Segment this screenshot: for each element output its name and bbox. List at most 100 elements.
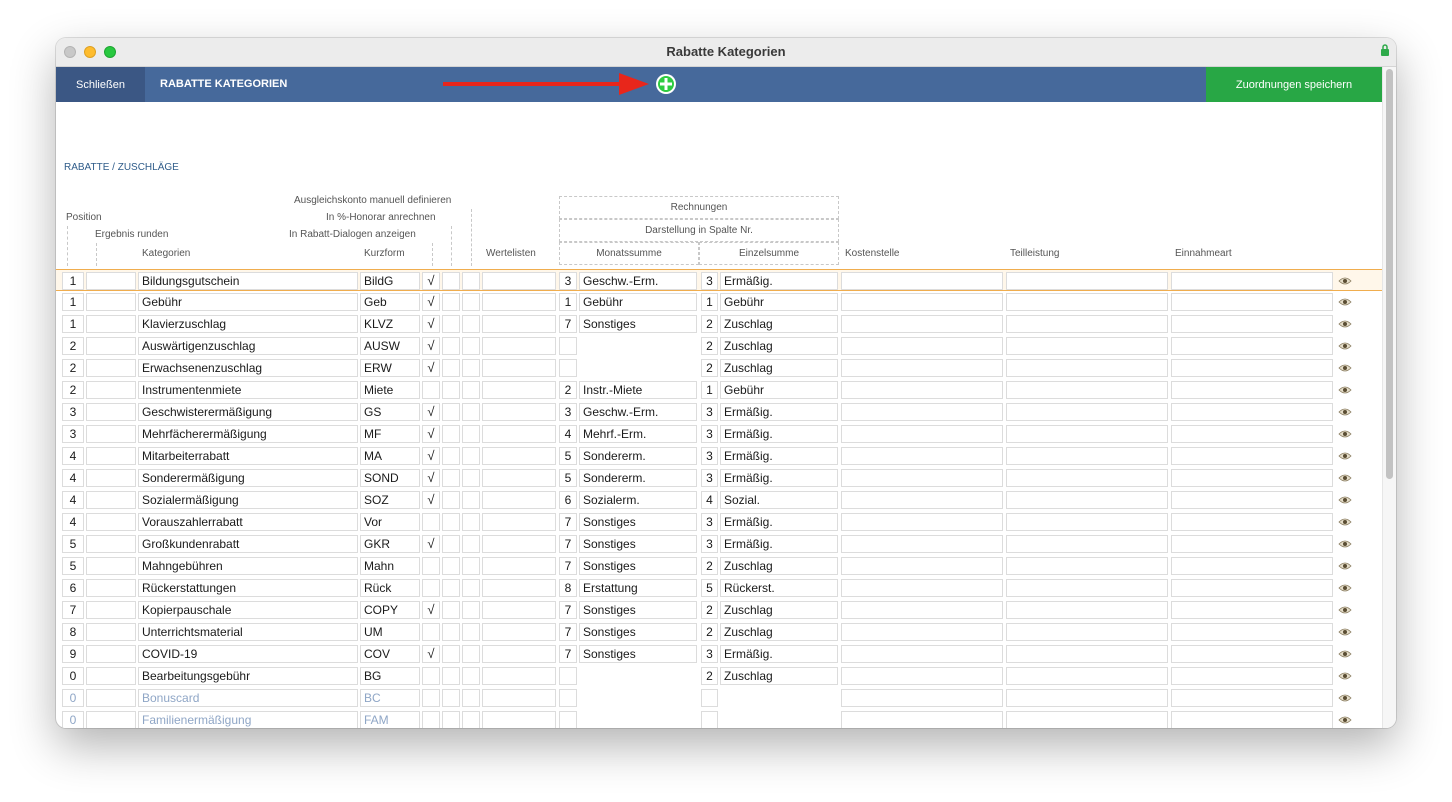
single-col-number[interactable]: 3 — [701, 272, 718, 290]
round-cell[interactable] — [86, 623, 136, 641]
dialog-checkbox[interactable]: √ — [422, 601, 440, 619]
valuelist-cell[interactable] — [482, 557, 556, 575]
valuelist-cell[interactable] — [482, 337, 556, 355]
single-col-number[interactable]: 3 — [701, 469, 718, 487]
category-cell[interactable]: Unterrichtsmaterial — [138, 623, 358, 641]
category-cell[interactable]: Rückerstattungen — [138, 579, 358, 597]
honorar-checkbox[interactable] — [442, 403, 460, 421]
account-checkbox[interactable] — [462, 513, 480, 531]
honorar-checkbox[interactable] — [442, 513, 460, 531]
account-checkbox[interactable] — [462, 425, 480, 443]
revenue-type-field[interactable] — [1171, 667, 1333, 685]
single-col-label[interactable]: Ermäßig. — [720, 513, 838, 531]
round-cell[interactable] — [86, 272, 136, 290]
position-cell[interactable]: 4 — [62, 491, 84, 509]
position-cell[interactable]: 2 — [62, 381, 84, 399]
table-row[interactable]: 6 Rückerstattungen Rück 8 Erstattung 5 Rückers… — [56, 577, 1382, 599]
account-checkbox[interactable] — [462, 359, 480, 377]
eye-icon[interactable] — [1338, 429, 1352, 439]
cost-center-field[interactable] — [841, 293, 1003, 311]
single-col-label[interactable]: Gebühr — [720, 381, 838, 399]
single-col-number[interactable]: 3 — [701, 425, 718, 443]
eye-icon[interactable] — [1338, 495, 1352, 505]
month-col-label[interactable]: Sondererm. — [579, 447, 697, 465]
round-cell[interactable] — [86, 359, 136, 377]
honorar-checkbox[interactable] — [442, 425, 460, 443]
position-cell[interactable]: 8 — [62, 623, 84, 641]
valuelist-cell[interactable] — [482, 601, 556, 619]
table-row[interactable]: 2 Erwachsenenzuschlag ERW √ 2 Zuschlag — [56, 357, 1382, 379]
partial-service-field[interactable] — [1006, 513, 1168, 531]
table-row[interactable]: 4 Sozialermäßigung SOZ √ 6 Sozialerm. 4 Sozial. — [56, 489, 1382, 511]
valuelist-cell[interactable] — [482, 381, 556, 399]
dialog-checkbox[interactable] — [422, 623, 440, 641]
valuelist-cell[interactable] — [482, 315, 556, 333]
single-col-number[interactable]: 2 — [701, 557, 718, 575]
cost-center-field[interactable] — [841, 491, 1003, 509]
category-cell[interactable]: Mahngebühren — [138, 557, 358, 575]
revenue-type-field[interactable] — [1171, 513, 1333, 531]
revenue-type-field[interactable] — [1171, 469, 1333, 487]
round-cell[interactable] — [86, 293, 136, 311]
category-cell[interactable]: Bonuscard — [138, 689, 358, 707]
shortform-cell[interactable]: SOZ — [360, 491, 420, 509]
eye-icon[interactable] — [1338, 473, 1352, 483]
honorar-checkbox[interactable] — [442, 667, 460, 685]
honorar-checkbox[interactable] — [442, 469, 460, 487]
month-col-label[interactable]: Erstattung — [579, 579, 697, 597]
cost-center-field[interactable] — [841, 513, 1003, 531]
partial-service-field[interactable] — [1006, 579, 1168, 597]
eye-icon[interactable] — [1338, 539, 1352, 549]
single-col-label[interactable]: Gebühr — [720, 293, 838, 311]
category-cell[interactable]: Erwachsenenzuschlag — [138, 359, 358, 377]
month-col-number[interactable] — [559, 689, 577, 707]
month-col-number[interactable]: 5 — [559, 469, 577, 487]
single-col-label[interactable]: Ermäßig. — [720, 425, 838, 443]
revenue-type-field[interactable] — [1171, 579, 1333, 597]
revenue-type-field[interactable] — [1171, 689, 1333, 707]
category-cell[interactable]: Geschwisterermäßigung — [138, 403, 358, 421]
dialog-checkbox[interactable]: √ — [422, 535, 440, 553]
single-col-number[interactable] — [701, 711, 718, 728]
month-col-label[interactable]: Sonstiges — [579, 645, 697, 663]
category-cell[interactable]: Auswärtigenzuschlag — [138, 337, 358, 355]
category-cell[interactable]: Bearbeitungsgebühr — [138, 667, 358, 685]
round-cell[interactable] — [86, 557, 136, 575]
month-col-number[interactable]: 7 — [559, 557, 577, 575]
account-checkbox[interactable] — [462, 711, 480, 728]
cost-center-field[interactable] — [841, 601, 1003, 619]
partial-service-field[interactable] — [1006, 337, 1168, 355]
shortform-cell[interactable]: Mahn — [360, 557, 420, 575]
valuelist-cell[interactable] — [482, 513, 556, 531]
position-cell[interactable]: 0 — [62, 667, 84, 685]
round-cell[interactable] — [86, 337, 136, 355]
table-row[interactable]: 9 COVID-19 COV √ 7 Sonstiges 3 Ermäßig. — [56, 643, 1382, 665]
honorar-checkbox[interactable] — [442, 645, 460, 663]
round-cell[interactable] — [86, 601, 136, 619]
shortform-cell[interactable]: BildG — [360, 272, 420, 290]
month-col-label[interactable]: Instr.-Miete — [579, 381, 697, 399]
position-cell[interactable]: 0 — [62, 689, 84, 707]
valuelist-cell[interactable] — [482, 293, 556, 311]
valuelist-cell[interactable] — [482, 359, 556, 377]
single-col-number[interactable]: 4 — [701, 491, 718, 509]
table-row[interactable]: 3 Mehrfächerermäßigung MF √ 4 Mehrf.-Erm. 3 Erm… — [56, 423, 1382, 445]
dialog-checkbox[interactable] — [422, 667, 440, 685]
partial-service-field[interactable] — [1006, 293, 1168, 311]
partial-service-field[interactable] — [1006, 667, 1168, 685]
save-assignments-button[interactable]: Zuordnungen speichern — [1206, 67, 1382, 102]
valuelist-cell[interactable] — [482, 689, 556, 707]
shortform-cell[interactable]: MA — [360, 447, 420, 465]
month-col-number[interactable]: 7 — [559, 315, 577, 333]
account-checkbox[interactable] — [462, 535, 480, 553]
dialog-checkbox[interactable]: √ — [422, 469, 440, 487]
category-cell[interactable]: COVID-19 — [138, 645, 358, 663]
shortform-cell[interactable]: FAM — [360, 711, 420, 728]
partial-service-field[interactable] — [1006, 359, 1168, 377]
month-col-number[interactable]: 7 — [559, 645, 577, 663]
honorar-checkbox[interactable] — [442, 381, 460, 399]
cost-center-field[interactable] — [841, 425, 1003, 443]
valuelist-cell[interactable] — [482, 272, 556, 290]
month-col-label[interactable]: Geschw.-Erm. — [579, 403, 697, 421]
vertical-scrollbar[interactable] — [1382, 67, 1396, 728]
